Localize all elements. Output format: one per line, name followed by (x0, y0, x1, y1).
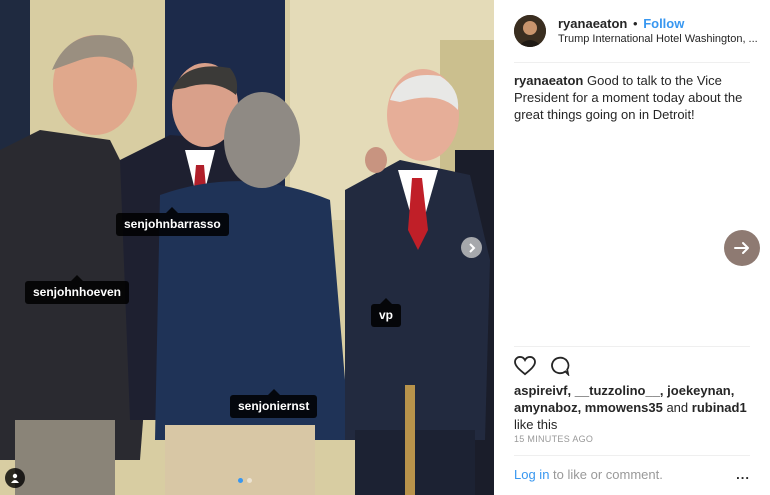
likes-and: and (666, 400, 689, 415)
carousel-dot-active (238, 478, 243, 483)
avatar-image (514, 15, 546, 47)
comment-icon[interactable] (548, 356, 570, 376)
username-link[interactable]: ryanaeaton (558, 16, 627, 31)
arrow-right-icon (734, 242, 749, 254)
likes-text: aspireivf, __tuzzolino__, joekeynan, amy… (514, 382, 748, 433)
comment-divider (514, 455, 750, 456)
comment-row: Log in to like or comment. ... (514, 467, 750, 482)
bullet-separator: • (633, 16, 638, 31)
more-options-button[interactable]: ... (736, 467, 750, 482)
location-link[interactable]: Trump International Hotel Washington, ..… (558, 32, 758, 46)
photo-tag-senjoniernst[interactable]: senjoniernst (230, 389, 318, 418)
post-photo[interactable]: senjohnbarrasso senjohnhoeven vp senjoni… (0, 0, 494, 495)
header-divider (514, 62, 750, 63)
caption-username[interactable]: ryanaeaton (514, 73, 583, 88)
action-bar (514, 356, 570, 376)
user-tag-icon (11, 473, 19, 483)
post-timestamp[interactable]: 15 MINUTES AGO (514, 434, 593, 444)
login-prompt-text: to like or comment. (553, 467, 663, 482)
photo-scene (0, 0, 494, 495)
likes-suffix: like this (514, 417, 558, 432)
photo-tag-senjohnbarrasso[interactable]: senjohnbarrasso (116, 207, 229, 236)
avatar[interactable] (514, 15, 546, 47)
chevron-right-icon (468, 242, 475, 253)
heart-icon[interactable] (514, 356, 536, 376)
post-caption: ryanaeaton Good to talk to the Vice Pres… (514, 72, 746, 123)
photo-tag-vp[interactable]: vp (371, 298, 402, 327)
liker-last[interactable]: rubinad1 (692, 400, 747, 415)
post-header: ryanaeaton • Follow Trump International … (514, 13, 758, 49)
carousel-dot (247, 478, 252, 483)
follow-button[interactable]: Follow (643, 16, 684, 31)
login-link[interactable]: Log in (514, 467, 549, 482)
next-post-button[interactable] (724, 230, 760, 266)
carousel-indicator (238, 478, 252, 483)
photo-tag-senjohnhoeven[interactable]: senjohnhoeven (25, 275, 130, 304)
carousel-next-button[interactable] (461, 237, 482, 258)
user-tag-button[interactable] (5, 468, 25, 488)
actions-divider (514, 346, 750, 347)
